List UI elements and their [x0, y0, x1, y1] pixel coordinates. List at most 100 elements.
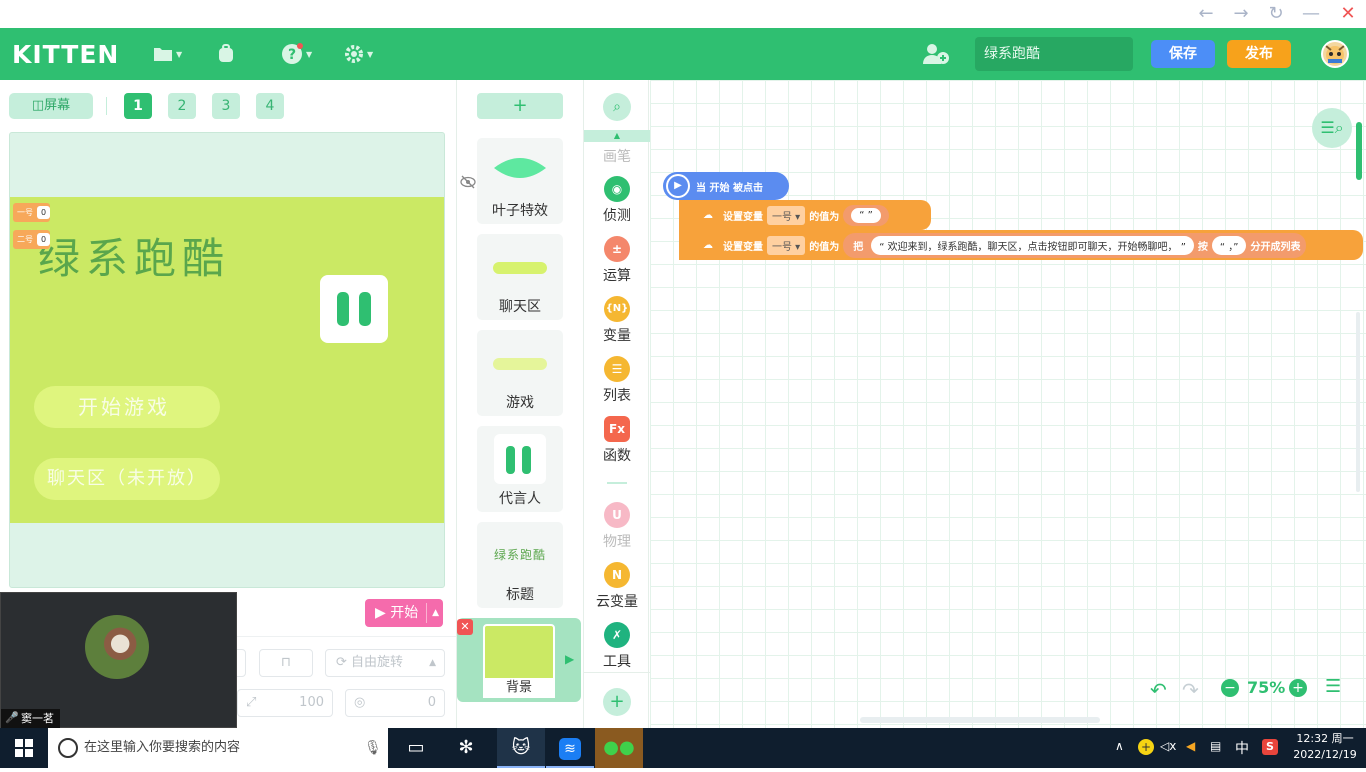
settings-menu[interactable]: ▼: [344, 42, 373, 66]
separator-input[interactable]: “ ，”: [1211, 235, 1247, 255]
add-collaborator-button[interactable]: [922, 42, 950, 66]
sprite-item-title[interactable]: 绿系跑酷 标题: [477, 522, 563, 608]
project-name-input[interactable]: 绿系跑酷: [975, 37, 1133, 71]
category-cloud-variables[interactable]: N 云变量: [584, 562, 650, 611]
variable-monitor-1[interactable]: 一号 0: [13, 203, 51, 222]
direction-field[interactable]: ◎ 0: [345, 689, 445, 717]
chevron-right-icon[interactable]: ▶: [565, 652, 574, 666]
rotate-icon: ⟳: [336, 655, 352, 670]
size-field[interactable]: ⤢ 100: [237, 689, 333, 717]
scroll-up-button[interactable]: ▲: [584, 130, 650, 142]
user-avatar[interactable]: [1321, 40, 1349, 68]
start-button[interactable]: ▶ 开始 ▲: [365, 599, 443, 627]
add-extension-button[interactable]: +: [603, 688, 631, 716]
webcam-video: [85, 615, 149, 679]
window-title-bar: ← → ↻ — ✕: [0, 0, 1366, 28]
tray-app-icon[interactable]: +: [1138, 739, 1154, 755]
tools-icon: ✗: [604, 622, 630, 648]
page-tab-2[interactable]: 2: [168, 93, 196, 119]
publish-button[interactable]: 发布: [1227, 40, 1291, 68]
tray-expand-icon[interactable]: ∧: [1115, 739, 1124, 753]
code-workspace[interactable]: ☰⌕ ▶ 当 开始 被点击 ☁ 设置变量 一号 ▾ 的值为 “ ” ☁ 设置变量…: [650, 80, 1366, 728]
kitten-app-icon[interactable]: 🐱: [497, 728, 545, 768]
text-input[interactable]: “ 欢迎来到，绿系跑酷，聊天区，点击按钮即可聊天，开始畅聊吧， ”: [871, 235, 1194, 255]
volume-icon[interactable]: ◀: [1186, 739, 1195, 753]
background-card[interactable]: 背景 ▶: [457, 618, 581, 702]
hidden-eye-icon[interactable]: [460, 175, 476, 189]
search-blocks-button[interactable]: ⌕: [603, 93, 631, 121]
category-operators[interactable]: ± 运算: [584, 236, 650, 285]
undo-icon[interactable]: ↶: [1150, 678, 1167, 702]
stage-start-game-button[interactable]: 开始游戏: [34, 386, 220, 428]
sogou-ime-icon[interactable]: S: [1262, 739, 1278, 755]
page-tab-4[interactable]: 4: [256, 93, 284, 119]
stage-pause-button[interactable]: [320, 275, 388, 343]
variable-icon: {N}: [604, 296, 630, 322]
block-set-variable-1[interactable]: ☁ 设置变量 一号 ▾ 的值为 “ ”: [679, 200, 931, 230]
value-input[interactable]: “ ”: [851, 207, 881, 223]
windows-start-icon[interactable]: [0, 728, 48, 768]
back-arrow-icon[interactable]: ←: [1191, 2, 1221, 26]
category-sensing[interactable]: ◉ 侦测: [584, 176, 650, 225]
stage-game-title[interactable]: 绿系跑酷: [38, 225, 230, 286]
taskbar-search-box[interactable]: 在这里输入你要搜索的内容 🎙: [48, 728, 388, 768]
align-blocks-icon[interactable]: ☰: [1325, 676, 1341, 697]
variable-monitor-2[interactable]: 二号 0: [13, 230, 51, 249]
category-lists[interactable]: ☰ 列表: [584, 356, 650, 405]
category-tools[interactable]: ✗ 工具: [584, 622, 650, 671]
vertical-scroll-track[interactable]: [1356, 312, 1360, 492]
add-sprite-button[interactable]: +: [477, 93, 563, 119]
mic-icon[interactable]: 🎙: [364, 728, 382, 768]
help-menu[interactable]: ? ▼: [281, 42, 312, 66]
category-pen[interactable]: 画笔: [584, 146, 650, 166]
rotation-style-select[interactable]: ⟳ 自由旋转 ▲: [325, 649, 445, 677]
block-set-variable-2[interactable]: ☁ 设置变量 一号 ▾ 的值为 把 “ 欢迎来到，绿系跑酷，聊天区，点击按钮即可…: [679, 230, 1363, 260]
category-label: 变量: [603, 328, 631, 344]
category-functions[interactable]: Fx 函数: [584, 416, 650, 465]
block-when-start-clicked[interactable]: ▶ 当 开始 被点击: [663, 172, 789, 200]
save-button[interactable]: 保存: [1151, 40, 1215, 68]
network-icon[interactable]: ▤: [1210, 739, 1221, 753]
sprite-item-game[interactable]: 游戏: [477, 330, 563, 416]
variable-dropdown[interactable]: 一号 ▾: [767, 235, 806, 255]
monitor-value: 0: [37, 233, 51, 246]
redo-icon[interactable]: ↷: [1182, 678, 1199, 702]
lock-icon: ⊓: [280, 655, 292, 670]
stage-chat-button[interactable]: 聊天区（未开放）: [34, 458, 220, 500]
sprite-item-leaf[interactable]: 叶子特效: [477, 138, 563, 224]
zoom-in-button[interactable]: +: [1289, 679, 1307, 697]
input-method-indicator[interactable]: 中: [1235, 738, 1249, 758]
backpack-menu[interactable]: [216, 42, 236, 66]
split-list-block[interactable]: 把 “ 欢迎来到，绿系跑酷，聊天区，点击按钮即可聊天，开始畅聊吧， ” 按 “ …: [843, 232, 1307, 258]
system-clock[interactable]: 12:32 周一 2022/12/19: [1290, 731, 1360, 763]
page-tab-3[interactable]: 3: [212, 93, 240, 119]
variable-dropdown[interactable]: 一号 ▾: [767, 205, 806, 225]
page-tab-1[interactable]: 1: [124, 93, 152, 119]
pinwheel-app-icon[interactable]: ✻: [442, 728, 490, 768]
horizontal-scrollbar[interactable]: [860, 717, 1100, 723]
clock-time: 12:32 周一: [1296, 732, 1354, 745]
lock-toggle[interactable]: ⊓: [259, 649, 313, 677]
wechat-app-icon[interactable]: ●●: [595, 728, 643, 768]
category-variables[interactable]: {N} 变量: [584, 296, 650, 345]
block-search-button[interactable]: ☰⌕: [1312, 108, 1352, 148]
caret-up-icon[interactable]: ▲: [432, 599, 439, 627]
minimize-icon[interactable]: —: [1296, 2, 1326, 26]
monitor-value: 0: [37, 206, 51, 219]
sprite-item-spokesperson[interactable]: 代言人: [477, 426, 563, 512]
forward-arrow-icon[interactable]: →: [1226, 2, 1256, 26]
category-physics[interactable]: U 物理: [584, 502, 650, 551]
refresh-icon[interactable]: ↻: [1261, 2, 1291, 26]
delete-background-button[interactable]: ✕: [457, 619, 473, 635]
sprite-item-chat[interactable]: 聊天区: [477, 234, 563, 320]
task-view-icon[interactable]: ▭: [392, 728, 440, 768]
meeting-app-icon[interactable]: ≋: [546, 728, 594, 768]
close-icon[interactable]: ✕: [1333, 2, 1363, 26]
screen-toggle-button[interactable]: ◫屏幕: [9, 93, 93, 119]
zoom-out-button[interactable]: −: [1221, 679, 1239, 697]
file-menu[interactable]: ▼: [153, 42, 182, 66]
speaker-muted-icon[interactable]: ◁x: [1160, 739, 1176, 753]
vertical-scrollbar[interactable]: [1356, 122, 1362, 180]
cortana-icon: [58, 738, 78, 758]
category-label: 工具: [603, 654, 631, 670]
